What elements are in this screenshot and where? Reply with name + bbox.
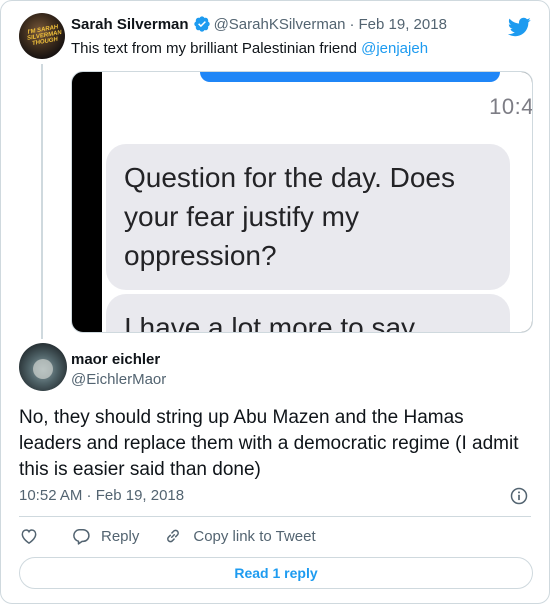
phone-screenshot: 10:4 Question for the day. Does your fea… — [102, 72, 533, 333]
reply-timestamp[interactable]: 10:52 AM · Feb 19, 2018 — [19, 487, 184, 504]
parent-text-body: This text from my brilliant Palestinian … — [71, 40, 362, 57]
copy-link-label: Copy link to Tweet — [193, 527, 316, 545]
divider — [19, 516, 531, 517]
avatar-text: I'M SARAH SILVERMAN THOUGH — [26, 24, 63, 48]
reply-icon — [73, 529, 90, 545]
read-replies-button[interactable]: Read 1 reply — [19, 557, 533, 589]
heart-icon — [21, 529, 37, 544]
copy-link-button[interactable]: Copy link to Tweet — [163, 526, 316, 546]
message-time: 10:4 — [489, 94, 533, 119]
reply-button[interactable]: Reply — [71, 526, 139, 546]
separator-dot: · — [349, 15, 355, 33]
like-button[interactable] — [19, 526, 39, 546]
info-icon[interactable] — [509, 486, 529, 506]
avatar-face — [33, 359, 53, 379]
avatar-maor-eichler[interactable] — [19, 343, 67, 391]
reply-label: Reply — [101, 527, 140, 545]
verified-badge-icon — [193, 16, 210, 32]
link-icon — [167, 529, 180, 543]
thread-line — [41, 64, 43, 339]
reply-handle[interactable]: @EichlerMaor — [71, 371, 166, 388]
received-message-text: Question for the day. Does your fear jus… — [124, 162, 455, 271]
twitter-bird-icon[interactable] — [507, 15, 531, 39]
reply-tweet-text: No, they should string up Abu Mazen and … — [19, 407, 519, 480]
avatar-sarah-silverman[interactable]: I'M SARAH SILVERMAN THOUGH — [19, 13, 65, 59]
parent-handle[interactable]: @SarahKSilverman — [214, 16, 346, 33]
parent-tweet-header: Sarah Silverman @SarahKSilverman · Feb 1… — [71, 15, 447, 33]
received-message-bubble-2: I have a lot more to say — [106, 294, 510, 333]
sent-message-bubble — [200, 72, 500, 82]
action-bar: Reply Copy link to Tweet — [19, 525, 316, 547]
parent-display-name[interactable]: Sarah Silverman — [71, 16, 189, 33]
parent-date[interactable]: Feb 19, 2018 — [359, 16, 447, 33]
reply-display-name[interactable]: maor eichler — [71, 351, 160, 368]
parent-tweet-text: This text from my brilliant Palestinian … — [71, 40, 428, 57]
mention-link[interactable]: @jenjajeh — [361, 40, 428, 57]
received-message-text-2: I have a lot more to say — [124, 312, 416, 333]
tweet-card: I'M SARAH SILVERMAN THOUGH Sarah Silverm… — [0, 0, 550, 604]
tweet-media-image[interactable]: 10:4 Question for the day. Does your fea… — [71, 71, 533, 333]
received-message-bubble: Question for the day. Does your fear jus… — [106, 144, 510, 290]
